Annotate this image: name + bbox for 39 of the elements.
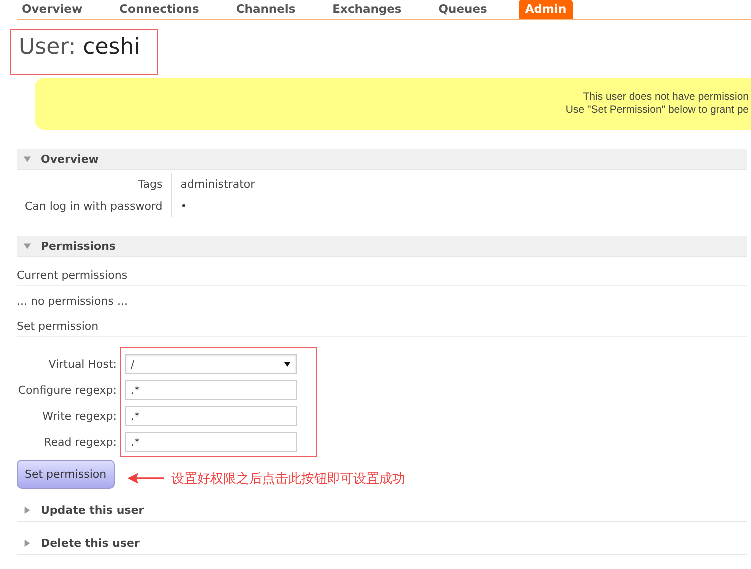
set-permission-button[interactable]: Set permission xyxy=(17,460,115,489)
property-value: administrator xyxy=(171,173,264,195)
empty-message: ... no permissions ... xyxy=(17,295,129,308)
triangle-icon xyxy=(23,154,32,164)
section-title: Permissions xyxy=(41,240,116,252)
subsection-title: Set permission xyxy=(17,320,99,333)
section-title: Overview xyxy=(41,152,99,166)
warning-text: Use "Set Permission" below to grant pe xyxy=(566,104,749,117)
caret-icon xyxy=(284,362,291,366)
nav-tab[interactable]: Overview xyxy=(17,2,88,19)
page-title: User: ceshi xyxy=(19,35,140,60)
section-title: Update this user xyxy=(41,504,144,516)
arrow-icon xyxy=(126,473,165,484)
field-label: Read regexp: xyxy=(43,436,117,448)
nav-tab[interactable]: Channels xyxy=(231,2,301,19)
annotation-text: 设置好权限之后点击此按钮即可设置成功 xyxy=(172,470,406,488)
nav-tab[interactable]: Exchanges xyxy=(328,2,407,19)
triangle-icon xyxy=(23,506,32,514)
property-value: • xyxy=(171,195,264,217)
warning-text: This user does not have permission xyxy=(583,91,749,104)
property-label: Tags xyxy=(17,173,172,195)
section-title: Delete this user xyxy=(41,536,140,550)
nav-tab[interactable]: Queues xyxy=(434,2,492,19)
section-header[interactable]: Overview xyxy=(17,149,747,170)
field-label: Write regexp: xyxy=(42,410,117,422)
subsection-title: Current permissions xyxy=(17,269,128,282)
section-header[interactable]: Delete this user xyxy=(17,532,747,555)
field-label: Virtual Host: xyxy=(48,358,117,370)
regexp-input[interactable]: .* xyxy=(125,380,297,400)
property-label: Can log in with password xyxy=(17,195,172,217)
nav-tab[interactable]: Connections xyxy=(114,2,204,19)
section-header[interactable]: Update this user xyxy=(17,499,747,522)
triangle-icon xyxy=(23,242,32,250)
triangle-icon xyxy=(23,538,32,548)
regexp-input[interactable]: .* xyxy=(125,406,297,426)
regexp-input[interactable]: .* xyxy=(125,432,297,452)
field-label: Configure regexp: xyxy=(17,384,117,396)
vhost-dropdown[interactable]: / xyxy=(125,354,297,374)
section-header[interactable]: Permissions xyxy=(17,236,747,257)
